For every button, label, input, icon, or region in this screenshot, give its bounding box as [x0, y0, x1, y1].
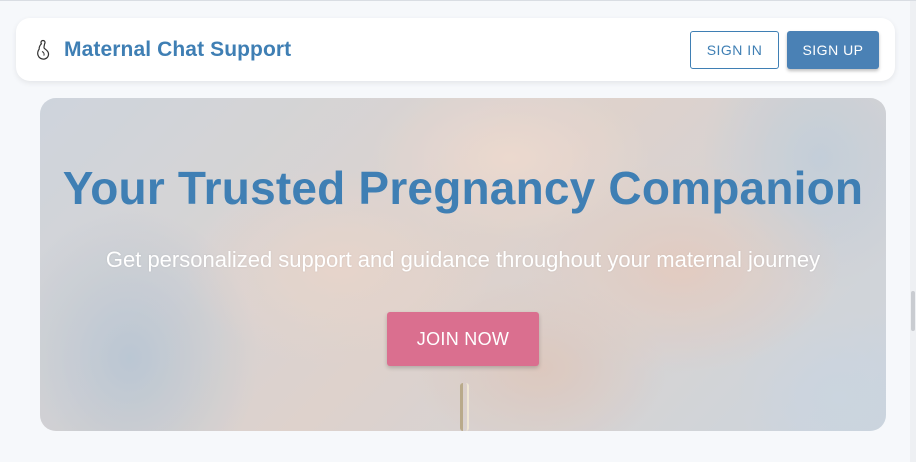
hero-banner: Your Trusted Pregnancy Companion Get per…: [40, 98, 886, 431]
hero-subtitle: Get personalized support and guidance th…: [105, 247, 821, 272]
sign-up-button[interactable]: SIGN UP: [787, 30, 879, 69]
hero-title: Your Trusted Pregnancy Companion: [62, 162, 864, 214]
sign-in-button[interactable]: SIGN IN: [690, 30, 779, 69]
brand-title: Maternal Chat Support: [64, 37, 292, 61]
top-header: Maternal Chat Support SIGN IN SIGN UP: [16, 18, 895, 81]
join-now-button[interactable]: JOIN NOW: [387, 312, 539, 366]
brand[interactable]: Maternal Chat Support: [34, 38, 291, 62]
pregnant-silhouette-icon: [34, 38, 54, 62]
scrollbar-thumb[interactable]: [911, 291, 915, 331]
page-scrollbar[interactable]: [910, 1, 916, 462]
ring-detail: [460, 383, 469, 431]
auth-buttons: SIGN IN SIGN UP: [690, 30, 879, 69]
